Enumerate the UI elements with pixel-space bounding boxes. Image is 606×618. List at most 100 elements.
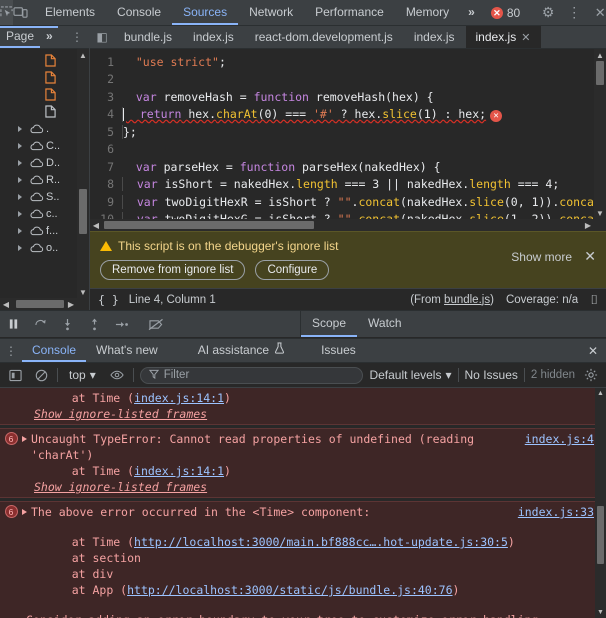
scroll-right-arrow-icon[interactable]: ▶ bbox=[65, 298, 77, 310]
tree-file-item[interactable] bbox=[0, 86, 89, 103]
tree-folder-item[interactable]: . bbox=[0, 120, 89, 137]
editor-tab-index-js-active[interactable]: index.js ✕ bbox=[465, 26, 542, 48]
line-number[interactable]: 4 bbox=[90, 107, 122, 121]
drawer-tab-whats-new[interactable]: What's new bbox=[86, 339, 168, 362]
source-location-link[interactable]: index.js:4 bbox=[517, 431, 594, 447]
drawer-resize-handle[interactable] bbox=[295, 334, 311, 338]
tree-folder-item[interactable]: D.. bbox=[0, 154, 89, 171]
navigator-horizontal-scrollbar[interactable]: ◀ ▶ bbox=[0, 298, 89, 310]
editor-tab-index-js-1[interactable]: index.js bbox=[183, 26, 245, 48]
navigator-kebab-icon[interactable]: ⋮ bbox=[65, 30, 89, 44]
drawer-tab-issues[interactable]: Issues bbox=[295, 339, 366, 362]
show-ignore-listed-frames-link[interactable]: Show ignore-listed frames bbox=[0, 406, 594, 422]
pause-resume-button[interactable] bbox=[0, 311, 27, 338]
navigator-more-tabs[interactable]: » bbox=[40, 26, 59, 48]
tab-memory[interactable]: Memory bbox=[395, 0, 460, 25]
console-message-list[interactable]: at Time (index.js:14:1) Show ignore-list… bbox=[0, 388, 606, 618]
tree-folder-item[interactable]: R.. bbox=[0, 171, 89, 188]
scroll-up-arrow-icon[interactable]: ▲ bbox=[594, 49, 606, 61]
drawer-tab-console[interactable]: Console bbox=[22, 339, 87, 362]
editor-tab-react-dom-development-js[interactable]: react-dom.development.js bbox=[245, 26, 404, 48]
editor-scroll-thumb[interactable] bbox=[596, 61, 604, 85]
code-line[interactable]: 6 bbox=[90, 141, 606, 159]
scroll-up-arrow-icon[interactable]: ▲ bbox=[77, 49, 89, 61]
step-button[interactable] bbox=[108, 311, 135, 338]
editor-tab-bundle-js[interactable]: bundle.js bbox=[114, 26, 183, 48]
tab-performance[interactable]: Performance bbox=[304, 0, 395, 25]
code-line[interactable]: 3 var removeHash = function removeHash(h… bbox=[90, 88, 606, 106]
tree-folder-item[interactable]: S.. bbox=[0, 188, 89, 205]
scroll-up-arrow-icon[interactable]: ▲ bbox=[595, 388, 606, 399]
tab-page[interactable]: Page bbox=[0, 26, 41, 48]
chevron-right-icon[interactable] bbox=[14, 193, 26, 200]
device-toolbar-icon[interactable] bbox=[13, 0, 28, 25]
line-number[interactable]: 8 bbox=[90, 177, 122, 191]
editor-horizontal-scrollbar[interactable]: ◀ ▶ bbox=[90, 219, 606, 231]
scroll-down-arrow-icon[interactable]: ▼ bbox=[594, 207, 606, 219]
remove-from-ignore-list-button[interactable]: Remove from ignore list bbox=[100, 260, 246, 280]
tree-file-item[interactable] bbox=[0, 69, 89, 86]
navigator-vertical-scrollbar[interactable]: ▲ ▼ bbox=[77, 49, 89, 298]
scroll-left-arrow-icon[interactable]: ◀ bbox=[0, 298, 12, 310]
tree-folder-item[interactable]: c.. bbox=[0, 205, 89, 222]
tree-folder-item[interactable]: o.. bbox=[0, 239, 89, 256]
code-line[interactable]: 2 bbox=[90, 71, 606, 89]
console-message[interactable]: 6 Uncaught TypeError: Cannot read proper… bbox=[0, 428, 606, 498]
console-scroll-thumb[interactable] bbox=[597, 506, 604, 564]
code-line[interactable]: 1 "use strict"; bbox=[90, 53, 606, 71]
line-number[interactable]: 1 bbox=[90, 55, 122, 69]
scroll-right-arrow-icon[interactable]: ▶ bbox=[582, 219, 594, 231]
scroll-down-arrow-icon[interactable]: ▼ bbox=[595, 607, 606, 618]
scroll-down-arrow-icon[interactable]: ▼ bbox=[77, 286, 89, 298]
close-icon[interactable]: ✕ bbox=[584, 248, 596, 265]
more-tabs-button[interactable]: » bbox=[460, 0, 483, 25]
tab-watch[interactable]: Watch bbox=[357, 311, 413, 337]
tree-file-item[interactable] bbox=[0, 103, 89, 120]
console-message[interactable]: at Time (index.js:14:1) Show ignore-list… bbox=[0, 388, 606, 425]
chevron-right-icon[interactable] bbox=[14, 244, 26, 251]
source-origin-link[interactable]: bundle.js bbox=[444, 294, 490, 306]
tree-folder-item[interactable]: C.. bbox=[0, 137, 89, 154]
editor-hscroll-thumb[interactable] bbox=[104, 221, 314, 229]
chevron-right-icon[interactable] bbox=[14, 227, 26, 234]
console-sidebar-toggle-icon[interactable] bbox=[5, 365, 25, 385]
chevron-right-icon[interactable] bbox=[14, 210, 26, 217]
expand-triangle-icon[interactable] bbox=[22, 436, 27, 442]
console-message[interactable]: 6 The above error occurred in the <Time>… bbox=[0, 501, 606, 618]
inspect-element-icon[interactable] bbox=[0, 0, 13, 25]
code-line[interactable]: 8 var isShort = nakedHex.length === 3 ||… bbox=[90, 176, 606, 194]
line-number[interactable]: 7 bbox=[90, 160, 122, 174]
chevron-right-icon[interactable] bbox=[14, 142, 26, 149]
close-icon[interactable]: ✕ bbox=[587, 5, 606, 21]
stack-link[interactable]: index.js:14:1 bbox=[134, 464, 224, 478]
tab-elements[interactable]: Elements bbox=[34, 0, 106, 25]
issues-counter[interactable]: No Issues bbox=[465, 368, 518, 382]
show-navigator-panel-icon[interactable]: ◧ bbox=[90, 26, 114, 48]
inline-error-icon[interactable]: ✕ bbox=[490, 109, 503, 122]
navigator-scroll-thumb[interactable] bbox=[79, 189, 87, 234]
gear-icon[interactable]: ⚙ bbox=[535, 4, 561, 21]
live-expression-eye-icon[interactable] bbox=[107, 365, 127, 385]
console-message-header[interactable]: 6 The above error occurred in the <Time>… bbox=[0, 504, 594, 520]
code-editor[interactable]: 1 "use strict"; 2 3 var removeHash = funct… bbox=[90, 49, 606, 231]
console-message-header[interactable]: 6 Uncaught TypeError: Cannot read proper… bbox=[0, 431, 594, 463]
tab-sources[interactable]: Sources bbox=[172, 0, 239, 25]
step-out-button[interactable] bbox=[81, 311, 108, 338]
log-levels-select[interactable]: Default levels ▾ bbox=[369, 368, 451, 382]
show-more-button[interactable]: Show more bbox=[511, 250, 572, 264]
line-number[interactable]: 6 bbox=[90, 142, 122, 156]
tab-console[interactable]: Console bbox=[106, 0, 172, 25]
drawer-tab-ai-assistance[interactable]: AI assistance bbox=[168, 339, 295, 362]
code-line[interactable]: 5}; bbox=[90, 123, 606, 141]
gear-icon[interactable] bbox=[581, 365, 601, 385]
clear-console-icon[interactable] bbox=[31, 365, 51, 385]
tree-folder-item[interactable]: f... bbox=[0, 222, 89, 239]
tree-file-item[interactable] bbox=[0, 52, 89, 69]
close-icon[interactable]: ✕ bbox=[521, 31, 530, 44]
stack-link[interactable]: index.js:14:1 bbox=[134, 391, 224, 405]
drawer-kebab-icon[interactable]: ⋮ bbox=[0, 339, 22, 362]
show-ignore-listed-frames-link[interactable]: Show ignore-listed frames bbox=[0, 479, 594, 495]
line-number[interactable]: 3 bbox=[90, 90, 122, 104]
scroll-left-arrow-icon[interactable]: ◀ bbox=[90, 219, 102, 231]
pretty-print-icon[interactable]: { } bbox=[98, 293, 119, 307]
